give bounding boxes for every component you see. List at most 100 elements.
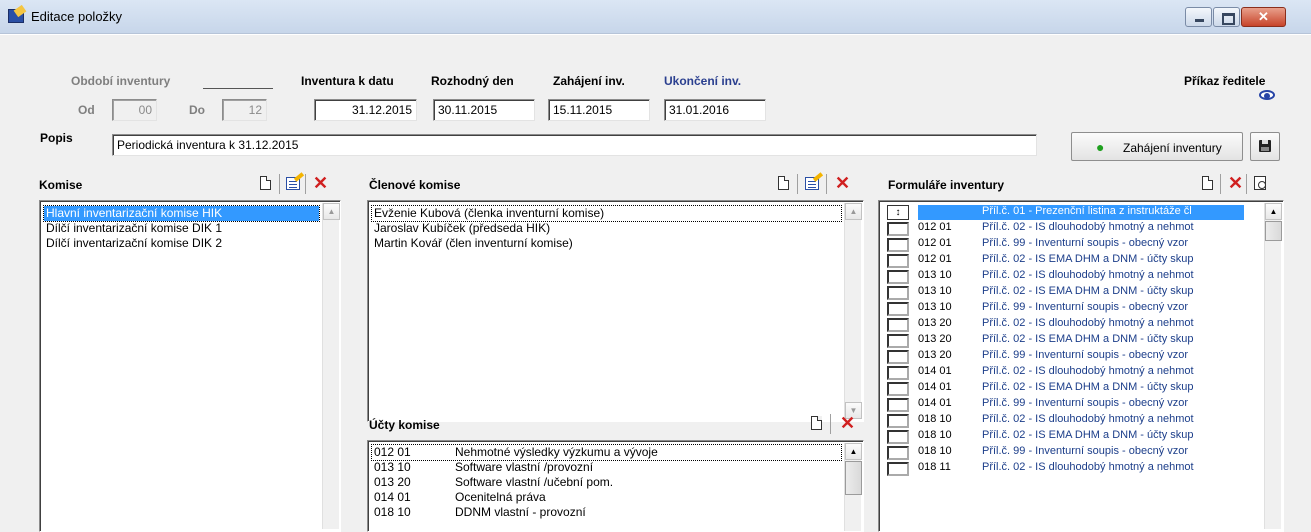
edit-clen-button[interactable] xyxy=(803,174,821,192)
ucet-code: 014 01 xyxy=(374,490,411,504)
ukonceni-date-field[interactable]: 31.01.2016 xyxy=(664,99,766,121)
formular-text: Příl.č. 99 - Inventurní soupis - obecný … xyxy=(982,445,1189,457)
row-checkbox[interactable] xyxy=(887,382,909,396)
komise-item[interactable]: Dílčí inventarizační komise DIK 1 xyxy=(44,221,319,236)
eye-icon[interactable] xyxy=(1259,90,1275,100)
minimize-button[interactable] xyxy=(1185,7,1212,27)
formulare-grid[interactable]: ↕ Příl.č. 01 - Prezenční listina z instr… xyxy=(878,200,1284,532)
ucty-scrollbar[interactable]: ▲ xyxy=(844,443,862,531)
ucet-row[interactable]: 018 10 DDNM vlastní - provozní xyxy=(372,505,841,520)
title-bar[interactable]: Editace položky xyxy=(0,0,1311,34)
delete-ucet-button[interactable]: ✕ xyxy=(838,414,856,432)
formular-text: Příl.č. 02 - IS dlouhodobý hmotný a nehm… xyxy=(982,413,1194,425)
ucet-code: 013 20 xyxy=(374,475,411,489)
edit-icon xyxy=(286,177,300,190)
row-checkbox[interactable] xyxy=(887,462,909,476)
delete-clen-button[interactable]: ✕ xyxy=(833,174,851,192)
scroll-thumb[interactable] xyxy=(1265,221,1282,241)
formular-row[interactable]: 013 20 Příl.č. 02 - IS EMA DHM a DNM - úč… xyxy=(887,333,1244,348)
maximize-button[interactable] xyxy=(1213,7,1240,27)
inventura-date-field[interactable]: 31.12.2015 xyxy=(314,99,417,121)
formular-row[interactable]: ↕ Příl.č. 01 - Prezenční listina z instr… xyxy=(887,205,1244,220)
scroll-thumb[interactable] xyxy=(845,461,862,495)
clen-item[interactable]: Jaroslav Kubíček (předseda HIK) xyxy=(372,221,841,236)
formular-row[interactable]: 013 20 Příl.č. 99 - Inventurní soupis - o… xyxy=(887,349,1244,364)
clen-item[interactable]: Martin Kovář (člen inventurní komise) xyxy=(372,236,841,251)
komise-list[interactable]: Hlavní inventarizační komise HIK Dílčí i… xyxy=(39,200,341,532)
formular-row[interactable]: 014 01 Příl.č. 02 - IS EMA DHM a DNM - úč… xyxy=(887,381,1244,396)
formular-row[interactable]: 012 01 Příl.č. 02 - IS EMA DHM a DNM - úč… xyxy=(887,253,1244,268)
scroll-up-button[interactable]: ▲ xyxy=(845,443,862,460)
ucet-row[interactable]: 014 01 Ocenitelná práva xyxy=(372,490,841,505)
ukonceni-label: Ukončení inv. xyxy=(664,74,742,88)
scroll-up-button[interactable]: ▲ xyxy=(323,203,340,220)
new-clen-button[interactable] xyxy=(775,174,793,192)
window-client: Období inventury Od 00 Do 12 Inventura k… xyxy=(0,35,1311,532)
ucet-row[interactable]: 013 10 Software vlastní /provozní xyxy=(372,460,841,475)
popis-label: Popis xyxy=(40,131,73,145)
rozhodny-date-field[interactable]: 30.11.2015 xyxy=(433,99,535,121)
row-checkbox[interactable] xyxy=(887,270,909,284)
formular-code: 013 10 xyxy=(918,301,952,313)
row-checkbox[interactable] xyxy=(887,446,909,460)
ucet-row[interactable]: 013 20 Software vlastní /učební pom. xyxy=(372,475,841,490)
formular-code: 014 01 xyxy=(918,381,952,393)
row-checkbox[interactable] xyxy=(887,430,909,444)
formular-row[interactable]: 013 10 Příl.č. 02 - IS dlouhodobý hmotný … xyxy=(887,269,1244,284)
scroll-up-button[interactable]: ▲ xyxy=(845,203,862,220)
row-checkbox[interactable] xyxy=(887,398,909,412)
ucet-row[interactable]: 012 01 Nehmotné výsledky výzkumu a vývoj… xyxy=(371,444,842,461)
formular-text: Příl.č. 99 - Inventurní soupis - obecný … xyxy=(982,349,1189,361)
ucty-list[interactable]: 012 01 Nehmotné výsledky výzkumu a vývoj… xyxy=(367,440,864,532)
save-button[interactable] xyxy=(1250,132,1280,161)
row-checkbox[interactable] xyxy=(887,366,909,380)
formular-text: Příl.č. 02 - IS dlouhodobý hmotný a nehm… xyxy=(982,461,1194,473)
new-doc-icon xyxy=(811,416,822,430)
formular-row[interactable]: 014 01 Příl.č. 99 - Inventurní soupis - o… xyxy=(887,397,1244,412)
row-checkbox[interactable] xyxy=(887,302,909,316)
row-checkbox[interactable] xyxy=(887,318,909,332)
row-checkbox[interactable] xyxy=(887,238,909,252)
formular-row[interactable]: 018 10 Příl.č. 02 - IS dlouhodobý hmotný … xyxy=(887,413,1244,428)
row-checkbox[interactable] xyxy=(887,222,909,236)
preview-formular-button[interactable] xyxy=(1252,174,1270,192)
row-checkbox[interactable] xyxy=(887,286,909,300)
formular-code: 013 20 xyxy=(918,349,952,361)
komise-item[interactable]: Hlavní inventarizační komise HIK xyxy=(43,205,320,222)
new-ucet-button[interactable] xyxy=(808,414,826,432)
row-checkbox[interactable] xyxy=(887,254,909,268)
close-button[interactable] xyxy=(1241,7,1286,27)
delete-icon: ✕ xyxy=(313,173,329,193)
scroll-up-button[interactable]: ▲ xyxy=(1265,203,1282,220)
zahajeni-date-field[interactable]: 15.11.2015 xyxy=(548,99,650,121)
clenove-scrollbar[interactable]: ▲ ▼ xyxy=(844,203,862,419)
formulare-title: Formuláře inventury xyxy=(888,178,1005,192)
delete-formular-button[interactable]: ✕ xyxy=(1226,174,1244,192)
delete-komise-button[interactable]: ✕ xyxy=(311,174,329,192)
formular-row[interactable]: 018 10 Příl.č. 99 - Inventurní soupis - o… xyxy=(887,445,1244,460)
formular-row[interactable]: 013 10 Příl.č. 02 - IS EMA DHM a DNM - úč… xyxy=(887,285,1244,300)
komise-item[interactable]: Dílčí inventarizační komise DIK 2 xyxy=(44,236,319,251)
formular-row[interactable]: 014 01 Příl.č. 02 - IS dlouhodobý hmotný … xyxy=(887,365,1244,380)
popis-field[interactable]: Periodická inventura k 31.12.2015 xyxy=(112,134,1037,156)
formular-row[interactable]: 013 10 Příl.č. 99 - Inventurní soupis - o… xyxy=(887,301,1244,316)
formulare-scrollbar[interactable]: ▲ xyxy=(1264,203,1282,529)
formular-row[interactable]: 018 11 Příl.č. 02 - IS dlouhodobý hmotný … xyxy=(887,461,1244,476)
new-formular-button[interactable] xyxy=(1199,174,1217,192)
clenove-list[interactable]: Evženie Kubová (členka inventurní komise… xyxy=(367,200,864,422)
row-checkbox[interactable] xyxy=(887,334,909,348)
do-field: 12 xyxy=(222,99,267,121)
new-komise-button[interactable] xyxy=(257,174,275,192)
row-checkbox[interactable] xyxy=(887,414,909,428)
formular-row[interactable]: 012 01 Příl.č. 99 - Inventurní soupis - o… xyxy=(887,237,1244,252)
clen-item[interactable]: Evženie Kubová (členka inventurní komise… xyxy=(371,205,842,222)
formular-row[interactable]: 012 01 Příl.č. 02 - IS dlouhodobý hmotný … xyxy=(887,221,1244,236)
toolbar-separator xyxy=(305,174,306,194)
formular-row[interactable]: 013 20 Příl.č. 02 - IS dlouhodobý hmotný … xyxy=(887,317,1244,332)
edit-icon xyxy=(805,177,819,190)
formular-row[interactable]: 018 10 Příl.č. 02 - IS EMA DHM a DNM - úč… xyxy=(887,429,1244,444)
zahajeni-inventury-button[interactable]: ● Zahájení inventury xyxy=(1071,132,1243,161)
row-checkbox[interactable] xyxy=(887,350,909,364)
komise-scrollbar[interactable]: ▲ xyxy=(322,203,340,529)
edit-komise-button[interactable] xyxy=(284,174,302,192)
